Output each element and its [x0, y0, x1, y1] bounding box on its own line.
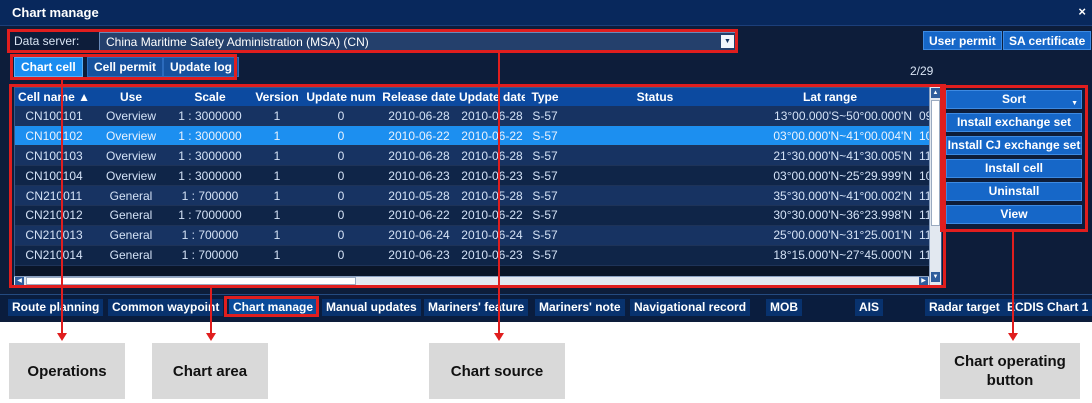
close-icon[interactable]: × [1078, 4, 1086, 19]
page-count: 2/29 [910, 64, 934, 78]
arrow-down-icon [494, 333, 504, 341]
pointer-line-chart-source [498, 53, 500, 334]
highlight-chart-manage-nav [224, 296, 319, 317]
arrow-down-icon [57, 333, 67, 341]
pointer-line-operations [61, 80, 63, 334]
nav-radar-target[interactable]: Radar target [925, 299, 1004, 316]
highlight-chart-operating-button [940, 85, 1088, 232]
nav-route-planning[interactable]: Route planning [8, 299, 104, 316]
nav-mariners-feature[interactable]: Mariners' feature [424, 299, 529, 316]
window-title: Chart manage [12, 5, 99, 20]
sa-certificate-button[interactable]: SA certificate [1003, 31, 1092, 50]
nav-navigational-record[interactable]: Navigational record [630, 299, 751, 316]
title-bar: Chart manage × [0, 0, 1092, 26]
nav-manual-updates[interactable]: Manual updates [322, 299, 421, 316]
nav-ais[interactable]: AIS [855, 299, 884, 316]
highlight-chart-source [7, 29, 738, 53]
user-permit-button[interactable]: User permit [923, 31, 1002, 50]
arrow-down-icon [206, 333, 216, 341]
highlight-chart-area [9, 84, 946, 288]
nav-mariners-note[interactable]: Mariners' note [535, 299, 625, 316]
nav-ecdis-chart[interactable]: ECDIS Chart 1 [1003, 299, 1092, 316]
callout-chart-source: Chart source [429, 343, 565, 399]
callout-chart-area: Chart area [152, 343, 268, 399]
callout-operations: Operations [9, 343, 125, 399]
pointer-line-chart-area [210, 288, 212, 334]
highlight-operations [10, 54, 237, 80]
bottom-nav-bar: Route planning Common waypoint Chart man… [0, 294, 1092, 320]
nav-mob[interactable]: MOB [766, 299, 802, 316]
arrow-down-icon [1008, 333, 1018, 341]
pointer-line-chart-operating-button [1012, 232, 1014, 334]
callout-chart-operating-button: Chart operating button [940, 343, 1080, 399]
nav-common-waypoint[interactable]: Common waypoint [108, 299, 224, 316]
